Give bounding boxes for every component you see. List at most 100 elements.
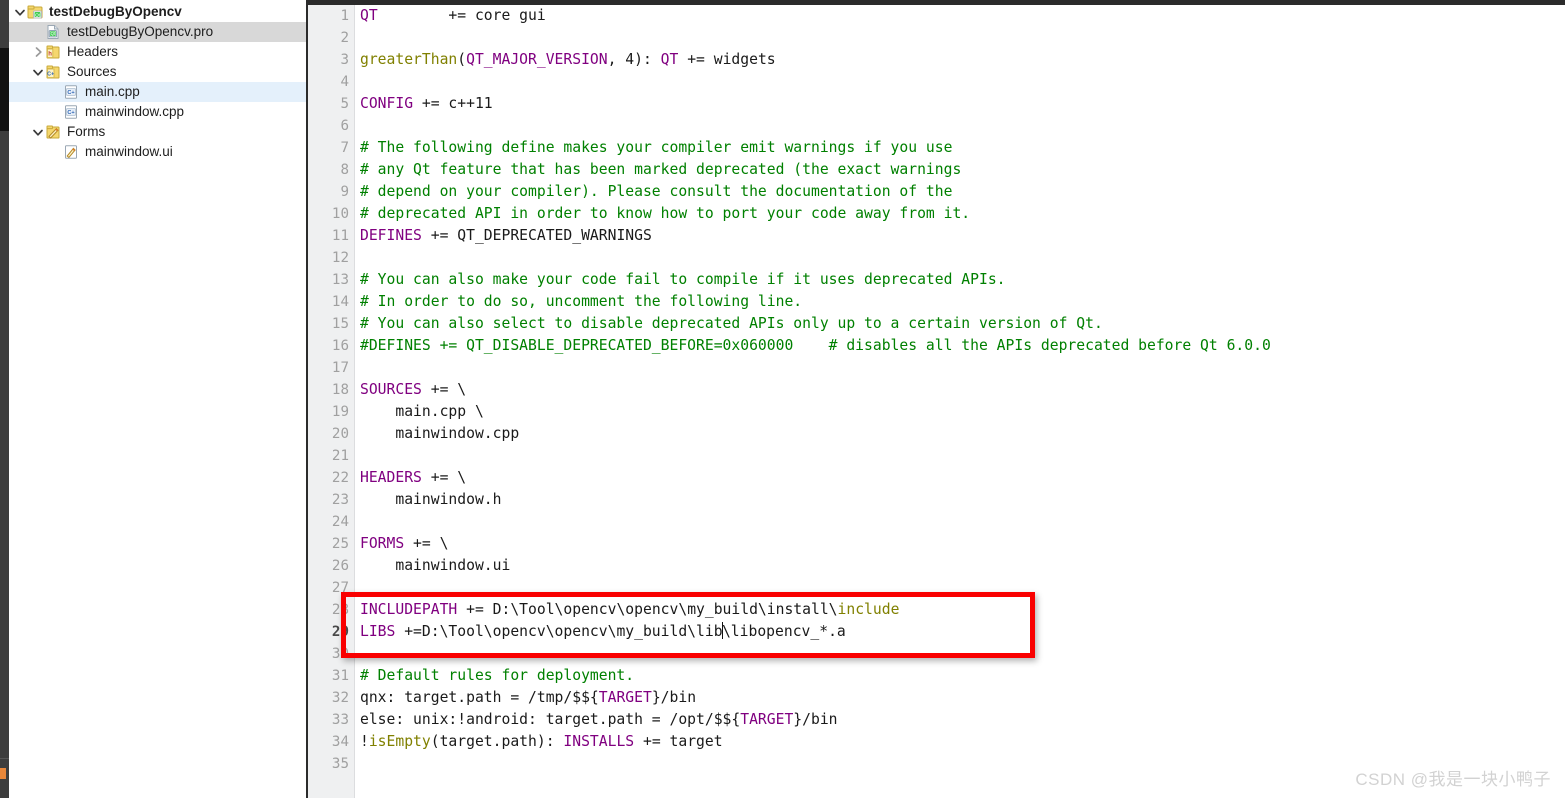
code-line-text: qnx: target.path = /tmp/$${TARGET}/bin <box>360 687 696 709</box>
qt-project-icon: Qt <box>27 4 43 20</box>
svg-text:Qt: Qt <box>51 31 56 36</box>
tree-item-testdebugbyopencv-pro[interactable]: Qt testDebugByOpencv.pro <box>9 22 306 42</box>
code-line[interactable]: 24 <box>308 511 1565 533</box>
code-token: isEmpty <box>368 733 431 750</box>
code-line[interactable]: 17 <box>308 357 1565 379</box>
code-line[interactable]: 20 mainwindow.cpp <box>308 423 1565 445</box>
line-number: 16 <box>331 338 349 354</box>
tree-item-headers[interactable]: h Headers <box>9 42 306 62</box>
code-line[interactable]: 21 <box>308 445 1565 467</box>
chevron-down-icon[interactable] <box>31 125 45 139</box>
code-token: += \ <box>404 535 449 552</box>
code-line[interactable]: 11 DEFINES += QT_DEPRECATED_WARNINGS <box>308 225 1565 247</box>
code-line[interactable]: 2 <box>308 27 1565 49</box>
code-line-text: DEFINES += QT_DEPRECATED_WARNINGS <box>360 225 652 247</box>
tree-item-sources[interactable]: C+ Sources <box>9 62 306 82</box>
line-number: 2 <box>340 30 349 46</box>
code-line[interactable]: 28 INCLUDEPATH += D:\Tool\opencv\opencv\m… <box>308 599 1565 621</box>
tree-item-mainwindow-ui[interactable]: mainwindow.ui <box>9 142 306 162</box>
code-token: += QT_DEPRECATED_WARNINGS <box>421 227 652 244</box>
code-token: INCLUDEPATH <box>360 601 458 618</box>
code-token: HEADERS <box>360 469 422 486</box>
code-editor[interactable]: 1 QT += core gui 2 3 greaterThan(QT_MAJOR_VE… <box>308 0 1565 798</box>
forms-folder-icon <box>46 125 60 139</box>
chevron-right-icon[interactable] <box>31 45 45 59</box>
code-line[interactable]: 25 FORMS += \ <box>308 533 1565 555</box>
code-line[interactable]: 23 mainwindow.h <box>308 489 1565 511</box>
tree-item-forms[interactable]: Forms <box>9 122 306 142</box>
svg-text:Qt: Qt <box>35 12 41 17</box>
code-token: += target <box>634 733 723 750</box>
tree-item-testdebugbyopencv[interactable]: Qt testDebugByOpencv <box>9 2 306 22</box>
code-line-text: SOURCES += \ <box>360 379 466 401</box>
tree-item-label: Sources <box>67 64 117 80</box>
code-line[interactable]: 33 else: unix:!android: target.path = /op… <box>308 709 1565 731</box>
screen-root: Qt testDebugByOpencv Qt testDebugByOpencv.p… <box>0 0 1565 798</box>
code-line[interactable]: 26 mainwindow.ui <box>308 555 1565 577</box>
code-token: mainwindow.cpp <box>360 425 520 442</box>
chevron-down-icon[interactable] <box>13 5 27 19</box>
tree-item-label: main.cpp <box>85 84 140 100</box>
code-line[interactable]: 6 <box>308 115 1565 137</box>
code-line[interactable]: 29 LIBS +=D:\Tool\opencv\opencv\my_build\… <box>308 621 1565 643</box>
qt-pro-file-icon: Qt <box>45 24 61 40</box>
line-number: 3 <box>340 52 349 68</box>
left-rail-active-segment <box>0 48 9 131</box>
code-line[interactable]: 14 # In order to do so, uncomment the fol… <box>308 291 1565 313</box>
code-line[interactable]: 32 qnx: target.path = /tmp/$${TARGET}/bin <box>308 687 1565 709</box>
code-line[interactable]: 1 QT += core gui <box>308 5 1565 27</box>
headers-folder-icon: h <box>45 44 61 60</box>
code-line[interactable]: 18 SOURCES += \ <box>308 379 1565 401</box>
code-text-area[interactable]: 1 QT += core gui 2 3 greaterThan(QT_MAJOR_VE… <box>308 5 1565 798</box>
line-number: 19 <box>331 404 349 420</box>
forms-folder-icon <box>45 124 61 140</box>
code-token: mainwindow.ui <box>360 557 511 574</box>
code-line[interactable]: 9 # depend on your compiler). Please cons… <box>308 181 1565 203</box>
code-line[interactable]: 27 <box>308 577 1565 599</box>
tree-item-mainwindow-cpp[interactable]: C+ mainwindow.cpp <box>9 102 306 122</box>
code-token: LIBS <box>360 623 396 640</box>
code-line[interactable]: 8 # any Qt feature that has been marked d… <box>308 159 1565 181</box>
code-token: }/bin <box>793 711 838 728</box>
code-line-text: greaterThan(QT_MAJOR_VERSION, 4): QT += … <box>360 49 776 71</box>
chevron-down-icon[interactable] <box>31 65 45 79</box>
line-number: 27 <box>331 580 349 596</box>
code-token: # You can also select to disable depreca… <box>360 315 1103 332</box>
tree-item-label: Headers <box>67 44 119 60</box>
code-line[interactable]: 34 !isEmpty(target.path): INSTALLS += tar… <box>308 731 1565 753</box>
code-line-text: CONFIG += c++11 <box>360 93 493 115</box>
code-token: mainwindow.h <box>360 491 502 508</box>
code-line[interactable]: 4 <box>308 71 1565 93</box>
code-line[interactable]: 13 # You can also make your code fail to … <box>308 269 1565 291</box>
code-line[interactable]: 30 <box>308 643 1565 665</box>
code-line-text: mainwindow.cpp <box>360 423 519 445</box>
left-rail-divider <box>0 758 9 759</box>
code-line[interactable]: 15 # You can also select to disable depre… <box>308 313 1565 335</box>
ui-file-icon <box>63 144 79 160</box>
line-number: 6 <box>340 118 349 134</box>
code-line[interactable]: 5 CONFIG += c++11 <box>308 93 1565 115</box>
code-token: # any Qt feature that has been marked de… <box>360 161 962 178</box>
line-number: 7 <box>340 140 349 156</box>
svg-text:C+: C+ <box>67 110 75 116</box>
tree-item-main-cpp[interactable]: C+ main.cpp <box>9 82 306 102</box>
cpp-file-icon: C+ <box>65 85 77 99</box>
code-line[interactable]: 7 # The following define makes your compi… <box>308 137 1565 159</box>
code-line[interactable]: 10 # deprecated API in order to know how … <box>308 203 1565 225</box>
line-number: 24 <box>331 514 349 530</box>
code-token: QT <box>660 51 679 68</box>
code-line[interactable]: 3 greaterThan(QT_MAJOR_VERSION, 4): QT +=… <box>308 49 1565 71</box>
code-token: # You can also make your code fail to co… <box>360 271 1006 288</box>
code-line[interactable]: 31 # Default rules for deployment. <box>308 665 1565 687</box>
code-line[interactable]: 16 #DEFINES += QT_DISABLE_DEPRECATED_BEFO… <box>308 335 1565 357</box>
tree-item-label: Forms <box>67 124 106 140</box>
line-number: 29 <box>331 624 349 640</box>
code-token: FORMS <box>360 535 405 552</box>
code-token: main.cpp \ <box>360 403 484 420</box>
code-token: qnx: target.path = /tmp/$${ <box>360 689 599 706</box>
code-line[interactable]: 12 <box>308 247 1565 269</box>
code-line-text: #DEFINES += QT_DISABLE_DEPRECATED_BEFORE… <box>360 335 1271 357</box>
code-line[interactable]: 22 HEADERS += \ <box>308 467 1565 489</box>
line-number: 1 <box>340 8 349 24</box>
code-line[interactable]: 19 main.cpp \ <box>308 401 1565 423</box>
